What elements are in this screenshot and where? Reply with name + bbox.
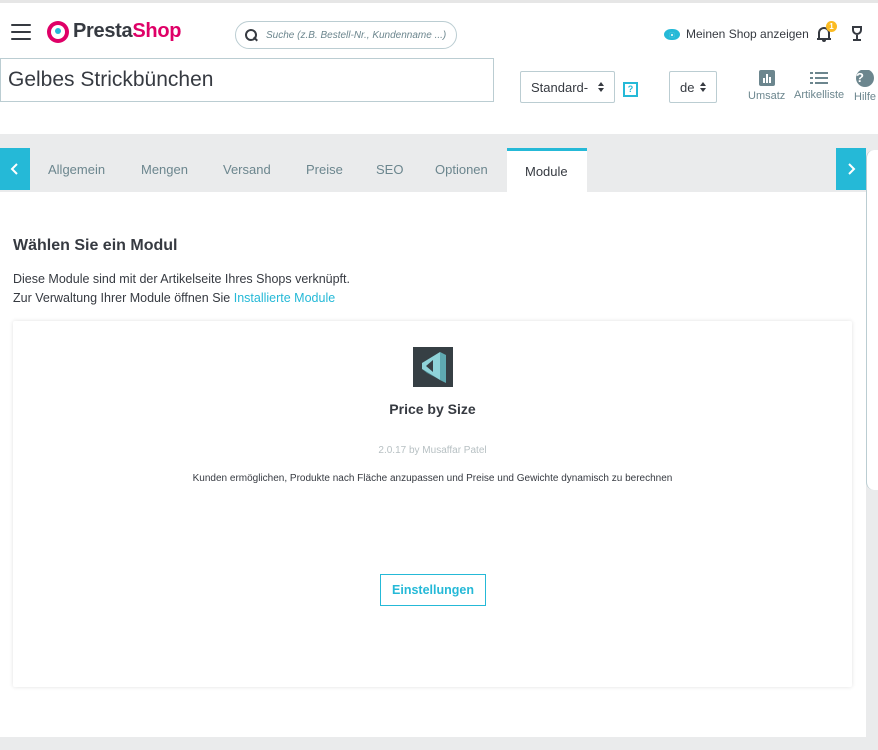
tab-module[interactable]: Module — [507, 148, 587, 192]
description-line-1: Diese Module sind mit der Artikelseite I… — [13, 272, 350, 286]
prestashop-logo[interactable]: PrestaShop — [47, 20, 181, 43]
module-card: Price by Size 2.0.17 by Musaffar Patel K… — [13, 321, 852, 687]
notifications-bell-icon[interactable]: 1 — [817, 21, 837, 42]
logo-text-accent: Shop — [132, 20, 182, 42]
help-label: Hilfe — [854, 91, 877, 103]
search-icon[interactable] — [245, 28, 258, 42]
module-logo-icon — [422, 352, 446, 383]
view-shop-label: Meinen Shop anzeigen — [686, 27, 809, 41]
product-name-input[interactable] — [0, 58, 494, 102]
module-version-author: 2.0.17 by Musaffar Patel — [378, 445, 487, 456]
eye-icon — [664, 28, 680, 40]
chevron-left-icon — [10, 163, 18, 175]
tab-scroll-right-button[interactable] — [836, 148, 866, 190]
top-header: PrestaShop Meinen Shop anzeigen 1 — [0, 0, 878, 58]
module-description: Kunden ermöglichen, Produkte nach Fläche… — [192, 473, 673, 484]
description-line-2: Zur Verwaltung Ihrer Module öffnen Sie I… — [13, 289, 350, 308]
product-tabs-bar: Allgemein Mengen Versand Preise SEO Opti… — [0, 134, 866, 192]
section-heading: Wählen Sie ein Modul — [13, 237, 178, 254]
tab-optionen[interactable]: Optionen — [435, 148, 488, 192]
product-list-label: Artikelliste — [794, 89, 845, 101]
search-box[interactable] — [235, 21, 457, 49]
help-button[interactable]: ? Hilfe — [854, 70, 878, 103]
help-icon: ? — [856, 70, 874, 87]
tab-versand[interactable]: Versand — [223, 148, 271, 192]
sales-label: Umsatz — [748, 90, 786, 102]
logo-icon — [47, 20, 69, 43]
product-list-button[interactable]: Artikelliste — [794, 70, 844, 101]
tab-allgemein[interactable]: Allgemein — [48, 148, 105, 192]
menu-icon[interactable] — [11, 24, 31, 40]
notification-badge: 1 — [826, 21, 837, 32]
language-value: de — [680, 79, 695, 95]
tab-scroll-left-button[interactable] — [0, 148, 30, 190]
help-question-icon[interactable]: ? — [623, 82, 638, 97]
select-caret-icon — [700, 82, 706, 92]
footer-strip — [0, 737, 878, 750]
select-caret-icon — [598, 82, 604, 92]
view-shop-link[interactable]: Meinen Shop anzeigen — [664, 27, 809, 41]
search-input[interactable] — [266, 29, 451, 41]
logo-text-main: Presta — [73, 20, 133, 42]
description-line-2-text: Zur Verwaltung Ihrer Module öffnen Sie — [13, 291, 234, 305]
module-settings-button[interactable]: Einstellungen — [380, 574, 486, 606]
product-type-value: Standard- — [531, 79, 589, 95]
section-description: Diese Module sind mit der Artikelseite I… — [13, 270, 350, 308]
side-panel-edge[interactable] — [866, 150, 878, 490]
trophy-icon[interactable] — [849, 26, 865, 42]
module-logo — [413, 347, 453, 387]
tab-seo[interactable]: SEO — [376, 148, 403, 192]
module-name: Price by Size — [389, 401, 476, 417]
bar-chart-icon — [758, 70, 775, 86]
sales-button[interactable]: Umsatz — [748, 70, 785, 102]
module-tab-content: Wählen Sie ein Modul Diese Module sind m… — [0, 192, 866, 737]
tab-preise[interactable]: Preise — [306, 148, 343, 192]
tab-mengen[interactable]: Mengen — [141, 148, 188, 192]
language-select[interactable]: de — [669, 71, 717, 103]
logo-text: PrestaShop — [73, 20, 181, 43]
product-type-select[interactable]: Standard- — [520, 71, 615, 103]
installed-modules-link[interactable]: Installierte Module — [234, 291, 335, 305]
list-icon — [810, 71, 829, 85]
chevron-right-icon — [848, 163, 856, 175]
